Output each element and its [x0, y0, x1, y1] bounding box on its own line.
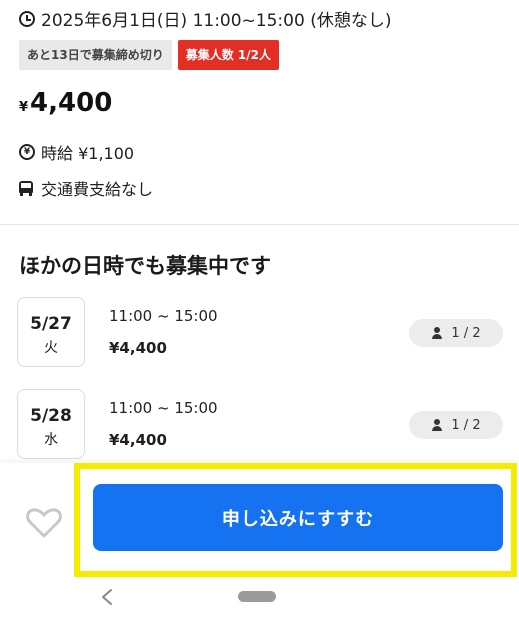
- yen-coin-icon: ¥: [19, 144, 35, 160]
- slot-date: 5/28: [30, 406, 72, 426]
- price-value: 4,400: [30, 88, 113, 118]
- deadline-badge: あと13日で募集締め切り: [19, 40, 172, 70]
- slot-weekday: 火: [44, 340, 58, 356]
- hourly-wage-text: 時給 ¥1,100: [41, 144, 135, 163]
- slot-pay: ¥4,400: [109, 431, 167, 449]
- badge-row: あと13日で募集締め切り 募集人数 1/2人: [19, 40, 279, 70]
- slot-capacity-badge: 1 / 2: [409, 319, 503, 347]
- price-yen-symbol: ¥: [19, 100, 29, 115]
- slot-capacity: 1 / 2: [451, 417, 481, 433]
- slot-weekday: 水: [44, 432, 58, 448]
- recruit-count-badge: 募集人数 1/2人: [177, 40, 279, 70]
- apply-button[interactable]: 申し込みにすすむ: [93, 484, 503, 551]
- bus-icon: [19, 180, 33, 196]
- job-price: ¥4,400: [19, 88, 112, 118]
- clock-icon: [19, 10, 35, 27]
- home-pill[interactable]: [238, 591, 276, 602]
- slot-date: 5/27: [30, 314, 72, 334]
- chevron-left-icon[interactable]: [98, 586, 116, 608]
- date-slot[interactable]: 5/27 火 11:00 ~ 15:00 ¥4,400 1 / 2: [17, 297, 503, 369]
- job-datetime-text: 2025年6月1日(日) 11:00~15:00 (休憩なし): [41, 11, 392, 31]
- section-divider: [0, 224, 519, 225]
- other-dates-title: ほかの日時でも募集中です: [19, 254, 271, 278]
- slot-date-box: 5/28 水: [17, 389, 85, 459]
- person-icon: [431, 419, 443, 431]
- slot-time: 11:00 ~ 15:00: [109, 399, 218, 417]
- slot-pay: ¥4,400: [109, 339, 167, 357]
- slot-date-box: 5/27 火: [17, 297, 85, 367]
- person-icon: [431, 327, 443, 339]
- transport-text: 交通費支給なし: [41, 180, 154, 199]
- date-slot[interactable]: 5/28 水 11:00 ~ 15:00 ¥4,400 1 / 2: [17, 389, 503, 461]
- slot-time: 11:00 ~ 15:00: [109, 307, 218, 325]
- heart-outline-icon[interactable]: [26, 508, 62, 538]
- slot-capacity-badge: 1 / 2: [409, 411, 503, 439]
- hourly-wage: ¥ 時給 ¥1,100: [19, 140, 134, 164]
- job-datetime: 2025年6月1日(日) 11:00~15:00 (休憩なし): [19, 6, 391, 31]
- transport-info: 交通費支給なし: [19, 176, 153, 200]
- slot-capacity: 1 / 2: [451, 325, 481, 341]
